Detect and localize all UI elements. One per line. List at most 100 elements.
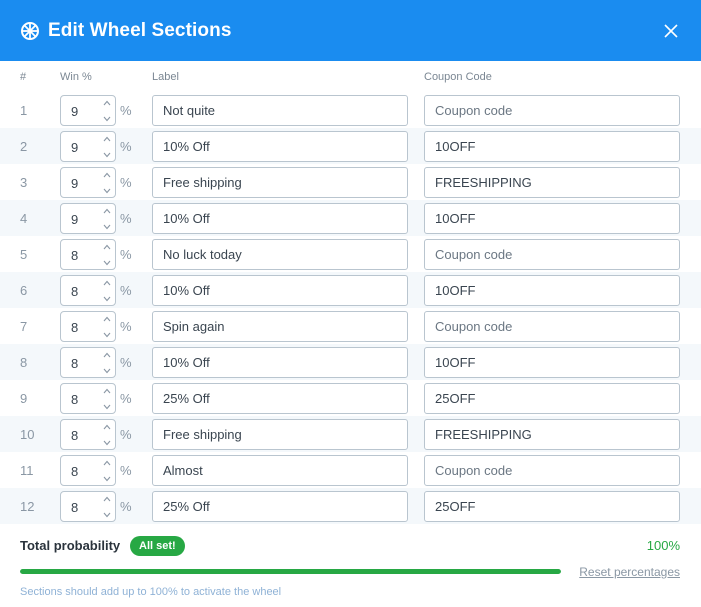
win-percent-stepper[interactable]: 8: [60, 275, 116, 306]
section-row: 6 8%: [0, 272, 701, 308]
coupon-code-input[interactable]: [424, 419, 680, 450]
chevron-up-icon[interactable]: [103, 208, 111, 214]
chevron-down-icon[interactable]: [103, 224, 111, 230]
section-label-input[interactable]: [152, 455, 408, 486]
win-percent-stepper[interactable]: 9: [60, 95, 116, 126]
chevron-up-down-icon[interactable]: [102, 496, 112, 518]
modal-title: Edit Wheel Sections: [48, 19, 232, 41]
win-percent-stepper[interactable]: 8: [60, 419, 116, 450]
percent-symbol: %: [120, 175, 132, 190]
chevron-up-down-icon[interactable]: [102, 424, 112, 446]
coupon-code-input[interactable]: [424, 455, 680, 486]
coupon-code-input[interactable]: [424, 239, 680, 270]
coupon-code-input[interactable]: [424, 203, 680, 234]
chevron-up-down-icon[interactable]: [102, 388, 112, 410]
chevron-down-icon[interactable]: [103, 332, 111, 338]
section-label-input[interactable]: [152, 311, 408, 342]
coupon-code-input[interactable]: [424, 95, 680, 126]
win-percent-stepper[interactable]: 8: [60, 311, 116, 342]
win-percent-value: 9: [71, 176, 79, 191]
chevron-up-icon[interactable]: [103, 172, 111, 178]
win-percent-stepper[interactable]: 8: [60, 239, 116, 270]
percent-symbol: %: [120, 103, 132, 118]
chevron-up-icon[interactable]: [103, 352, 111, 358]
section-label-input[interactable]: [152, 239, 408, 270]
close-icon[interactable]: [661, 21, 681, 41]
column-number: #: [20, 71, 27, 83]
section-label-input[interactable]: [152, 347, 408, 378]
percent-symbol: %: [120, 463, 132, 478]
chevron-up-down-icon[interactable]: [102, 352, 112, 374]
win-percent-value: 9: [71, 140, 79, 155]
chevron-up-down-icon[interactable]: [102, 100, 112, 122]
win-percent-value: 8: [71, 248, 79, 263]
coupon-code-input[interactable]: [424, 131, 680, 162]
chevron-up-icon[interactable]: [103, 100, 111, 106]
coupon-code-input[interactable]: [424, 275, 680, 306]
chevron-down-icon[interactable]: [103, 440, 111, 446]
reset-percentages-link[interactable]: Reset percentages: [579, 565, 680, 579]
win-percent-stepper[interactable]: 8: [60, 347, 116, 378]
row-number: 10: [20, 427, 35, 442]
chevron-up-icon[interactable]: [103, 460, 111, 466]
section-label-input[interactable]: [152, 491, 408, 522]
chevron-up-down-icon[interactable]: [102, 244, 112, 266]
chevron-down-icon[interactable]: [103, 188, 111, 194]
section-row: 5 8%: [0, 236, 701, 272]
section-row: 12 8%: [0, 488, 701, 524]
win-percent-stepper[interactable]: 9: [60, 203, 116, 234]
percent-symbol: %: [120, 319, 132, 334]
win-percent-stepper[interactable]: 9: [60, 167, 116, 198]
chevron-up-icon[interactable]: [103, 424, 111, 430]
chevron-up-icon[interactable]: [103, 496, 111, 502]
coupon-code-input[interactable]: [424, 491, 680, 522]
chevron-up-icon[interactable]: [103, 244, 111, 250]
chevron-up-down-icon[interactable]: [102, 460, 112, 482]
win-percent-stepper[interactable]: 8: [60, 455, 116, 486]
row-number: 1: [20, 103, 28, 118]
win-percent-stepper[interactable]: 9: [60, 131, 116, 162]
chevron-down-icon[interactable]: [103, 152, 111, 158]
status-badge: All set!: [130, 536, 185, 556]
section-label-input[interactable]: [152, 131, 408, 162]
chevron-up-icon[interactable]: [103, 136, 111, 142]
section-label-input[interactable]: [152, 203, 408, 234]
section-label-input[interactable]: [152, 383, 408, 414]
chevron-up-icon[interactable]: [103, 316, 111, 322]
modal-header: Edit Wheel Sections: [0, 0, 701, 61]
chevron-down-icon[interactable]: [103, 512, 111, 518]
section-label-input[interactable]: [152, 167, 408, 198]
coupon-code-input[interactable]: [424, 311, 680, 342]
win-percent-value: 8: [71, 500, 79, 515]
section-label-input[interactable]: [152, 419, 408, 450]
coupon-code-input[interactable]: [424, 167, 680, 198]
chevron-up-down-icon[interactable]: [102, 172, 112, 194]
row-number: 9: [20, 391, 28, 406]
win-percent-value: 8: [71, 392, 79, 407]
section-row: 10 8%: [0, 416, 701, 452]
percent-symbol: %: [120, 391, 132, 406]
section-label-input[interactable]: [152, 275, 408, 306]
chevron-down-icon[interactable]: [103, 116, 111, 122]
chevron-down-icon[interactable]: [103, 260, 111, 266]
chevron-down-icon[interactable]: [103, 476, 111, 482]
chevron-up-down-icon[interactable]: [102, 208, 112, 230]
chevron-up-icon[interactable]: [103, 388, 111, 394]
chevron-up-down-icon[interactable]: [102, 136, 112, 158]
win-percent-stepper[interactable]: 8: [60, 383, 116, 414]
chevron-down-icon[interactable]: [103, 404, 111, 410]
section-label-input[interactable]: [152, 95, 408, 126]
chevron-down-icon[interactable]: [103, 296, 111, 302]
chevron-up-down-icon[interactable]: [102, 316, 112, 338]
chevron-down-icon[interactable]: [103, 368, 111, 374]
percent-symbol: %: [120, 211, 132, 226]
section-row: 11 8%: [0, 452, 701, 488]
chevron-up-down-icon[interactable]: [102, 280, 112, 302]
percent-symbol: %: [120, 355, 132, 370]
win-percent-stepper[interactable]: 8: [60, 491, 116, 522]
chevron-up-icon[interactable]: [103, 280, 111, 286]
coupon-code-input[interactable]: [424, 347, 680, 378]
win-percent-value: 8: [71, 320, 79, 335]
coupon-code-input[interactable]: [424, 383, 680, 414]
column-win-percent: Win %: [60, 71, 92, 83]
